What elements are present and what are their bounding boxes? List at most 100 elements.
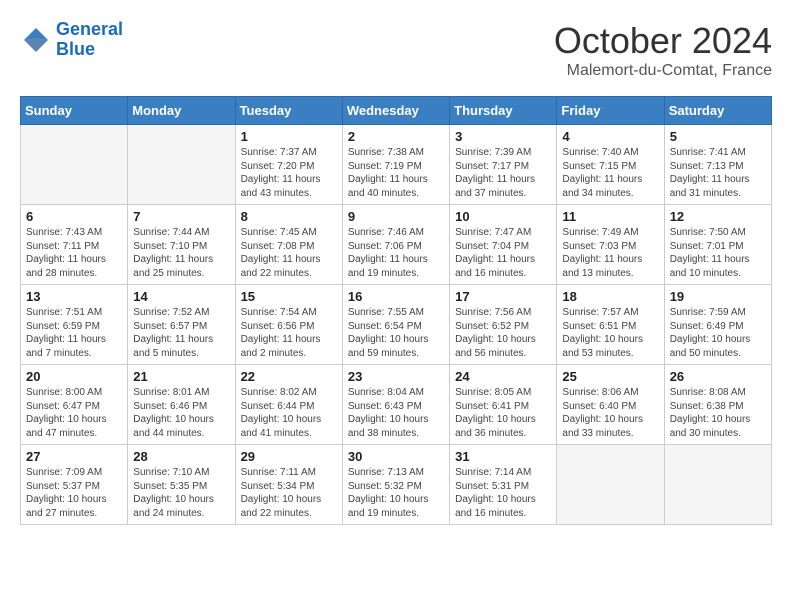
day-number: 23 xyxy=(348,369,444,384)
calendar-cell: 2 Sunrise: 7:38 AM Sunset: 7:19 PM Daylig… xyxy=(342,125,449,205)
day-number: 31 xyxy=(455,449,551,464)
logo-line2: Blue xyxy=(56,39,95,59)
calendar-cell: 24 Sunrise: 8:05 AM Sunset: 6:41 PM Dayli… xyxy=(450,365,557,445)
day-number: 5 xyxy=(670,129,766,144)
calendar-cell: 4 Sunrise: 7:40 AM Sunset: 7:15 PM Daylig… xyxy=(557,125,664,205)
day-info: Sunrise: 8:00 AM Sunset: 6:47 PM Dayligh… xyxy=(26,386,122,440)
location: Malemort-du-Comtat, France xyxy=(554,62,772,80)
calendar-cell: 5 Sunrise: 7:41 AM Sunset: 7:13 PM Daylig… xyxy=(664,125,771,205)
day-number: 6 xyxy=(26,209,122,224)
calendar-cell: 30 Sunrise: 7:13 AM Sunset: 5:32 PM Dayli… xyxy=(342,445,449,525)
day-number: 4 xyxy=(562,129,658,144)
day-info: Sunrise: 7:43 AM Sunset: 7:11 PM Dayligh… xyxy=(26,226,122,280)
day-info: Sunrise: 8:02 AM Sunset: 6:44 PM Dayligh… xyxy=(241,386,337,440)
calendar-cell: 9Sunrise: 7:46 AM Sunset: 7:06 PM Daylig… xyxy=(342,205,449,285)
day-info: Sunrise: 7:51 AM Sunset: 6:59 PM Dayligh… xyxy=(26,306,122,360)
day-info: Sunrise: 7:57 AM Sunset: 6:51 PM Dayligh… xyxy=(562,306,658,360)
day-number: 24 xyxy=(455,369,551,384)
day-info: Sunrise: 7:40 AM Sunset: 7:15 PM Dayligh… xyxy=(562,146,658,200)
day-info: Sunrise: 8:01 AM Sunset: 6:46 PM Dayligh… xyxy=(133,386,229,440)
weekday-header-friday: Friday xyxy=(557,97,664,125)
calendar-cell: 26 Sunrise: 8:08 AM Sunset: 6:38 PM Dayli… xyxy=(664,365,771,445)
day-number: 10 xyxy=(455,209,551,224)
weekday-header-saturday: Saturday xyxy=(664,97,771,125)
calendar-cell xyxy=(557,445,664,525)
day-info: Sunrise: 7:39 AM Sunset: 7:17 PM Dayligh… xyxy=(455,146,551,200)
calendar-cell: 7 Sunrise: 7:44 AM Sunset: 7:10 PM Daylig… xyxy=(128,205,235,285)
calendar-cell: 28 Sunrise: 7:10 AM Sunset: 5:35 PM Dayli… xyxy=(128,445,235,525)
day-number: 8 xyxy=(241,209,337,224)
title-block: October 2024 Malemort-du-Comtat, France xyxy=(554,20,772,80)
calendar-cell: 23 Sunrise: 8:04 AM Sunset: 6:43 PM Dayli… xyxy=(342,365,449,445)
logo: General Blue xyxy=(20,20,123,60)
day-number: 15 xyxy=(241,289,337,304)
calendar-cell xyxy=(128,125,235,205)
calendar-cell: 17Sunrise: 7:56 AM Sunset: 6:52 PM Dayli… xyxy=(450,285,557,365)
day-number: 25 xyxy=(562,369,658,384)
day-number: 18 xyxy=(562,289,658,304)
day-info: Sunrise: 7:37 AM Sunset: 7:20 PM Dayligh… xyxy=(241,146,337,200)
day-info: Sunrise: 7:13 AM Sunset: 5:32 PM Dayligh… xyxy=(348,466,444,520)
calendar-cell xyxy=(664,445,771,525)
day-number: 27 xyxy=(26,449,122,464)
calendar-table: SundayMondayTuesdayWednesdayThursdayFrid… xyxy=(20,96,772,525)
calendar-cell: 16Sunrise: 7:55 AM Sunset: 6:54 PM Dayli… xyxy=(342,285,449,365)
day-info: Sunrise: 8:04 AM Sunset: 6:43 PM Dayligh… xyxy=(348,386,444,440)
logo-text: General Blue xyxy=(56,20,123,60)
day-info: Sunrise: 8:08 AM Sunset: 6:38 PM Dayligh… xyxy=(670,386,766,440)
calendar-cell: 1Sunrise: 7:37 AM Sunset: 7:20 PM Daylig… xyxy=(235,125,342,205)
calendar-cell: 15Sunrise: 7:54 AM Sunset: 6:56 PM Dayli… xyxy=(235,285,342,365)
day-number: 22 xyxy=(241,369,337,384)
weekday-header-row: SundayMondayTuesdayWednesdayThursdayFrid… xyxy=(21,97,772,125)
weekday-header-thursday: Thursday xyxy=(450,97,557,125)
day-number: 13 xyxy=(26,289,122,304)
day-info: Sunrise: 7:41 AM Sunset: 7:13 PM Dayligh… xyxy=(670,146,766,200)
day-number: 30 xyxy=(348,449,444,464)
day-info: Sunrise: 7:50 AM Sunset: 7:01 PM Dayligh… xyxy=(670,226,766,280)
day-info: Sunrise: 7:09 AM Sunset: 5:37 PM Dayligh… xyxy=(26,466,122,520)
calendar-cell: 29Sunrise: 7:11 AM Sunset: 5:34 PM Dayli… xyxy=(235,445,342,525)
weekday-header-monday: Monday xyxy=(128,97,235,125)
day-number: 17 xyxy=(455,289,551,304)
day-info: Sunrise: 7:47 AM Sunset: 7:04 PM Dayligh… xyxy=(455,226,551,280)
calendar-cell: 11 Sunrise: 7:49 AM Sunset: 7:03 PM Dayli… xyxy=(557,205,664,285)
calendar-cell: 3 Sunrise: 7:39 AM Sunset: 7:17 PM Daylig… xyxy=(450,125,557,205)
calendar-cell: 8 Sunrise: 7:45 AM Sunset: 7:08 PM Daylig… xyxy=(235,205,342,285)
day-info: Sunrise: 7:14 AM Sunset: 5:31 PM Dayligh… xyxy=(455,466,551,520)
day-number: 26 xyxy=(670,369,766,384)
day-info: Sunrise: 7:44 AM Sunset: 7:10 PM Dayligh… xyxy=(133,226,229,280)
day-number: 19 xyxy=(670,289,766,304)
weekday-header-wednesday: Wednesday xyxy=(342,97,449,125)
day-info: Sunrise: 7:11 AM Sunset: 5:34 PM Dayligh… xyxy=(241,466,337,520)
calendar-cell: 18 Sunrise: 7:57 AM Sunset: 6:51 PM Dayli… xyxy=(557,285,664,365)
weekday-header-tuesday: Tuesday xyxy=(235,97,342,125)
calendar-cell: 6 Sunrise: 7:43 AM Sunset: 7:11 PM Daylig… xyxy=(21,205,128,285)
day-info: Sunrise: 8:05 AM Sunset: 6:41 PM Dayligh… xyxy=(455,386,551,440)
day-number: 11 xyxy=(562,209,658,224)
calendar-cell: 31 Sunrise: 7:14 AM Sunset: 5:31 PM Dayli… xyxy=(450,445,557,525)
day-info: Sunrise: 7:49 AM Sunset: 7:03 PM Dayligh… xyxy=(562,226,658,280)
day-number: 7 xyxy=(133,209,229,224)
calendar-cell: 10 Sunrise: 7:47 AM Sunset: 7:04 PM Dayli… xyxy=(450,205,557,285)
day-info: Sunrise: 8:06 AM Sunset: 6:40 PM Dayligh… xyxy=(562,386,658,440)
day-number: 2 xyxy=(348,129,444,144)
calendar-cell: 13 Sunrise: 7:51 AM Sunset: 6:59 PM Dayli… xyxy=(21,285,128,365)
day-number: 14 xyxy=(133,289,229,304)
calendar-cell: 12 Sunrise: 7:50 AM Sunset: 7:01 PM Dayli… xyxy=(664,205,771,285)
day-number: 16 xyxy=(348,289,444,304)
week-row-0: 1Sunrise: 7:37 AM Sunset: 7:20 PM Daylig… xyxy=(21,125,772,205)
week-row-2: 13 Sunrise: 7:51 AM Sunset: 6:59 PM Dayli… xyxy=(21,285,772,365)
day-info: Sunrise: 7:45 AM Sunset: 7:08 PM Dayligh… xyxy=(241,226,337,280)
calendar-cell: 19Sunrise: 7:59 AM Sunset: 6:49 PM Dayli… xyxy=(664,285,771,365)
day-number: 12 xyxy=(670,209,766,224)
page-header: General Blue October 2024 Malemort-du-Co… xyxy=(20,20,772,80)
month-title: October 2024 xyxy=(554,20,772,62)
day-number: 20 xyxy=(26,369,122,384)
day-info: Sunrise: 7:10 AM Sunset: 5:35 PM Dayligh… xyxy=(133,466,229,520)
day-info: Sunrise: 7:38 AM Sunset: 7:19 PM Dayligh… xyxy=(348,146,444,200)
weekday-header-sunday: Sunday xyxy=(21,97,128,125)
day-number: 28 xyxy=(133,449,229,464)
calendar-cell: 21Sunrise: 8:01 AM Sunset: 6:46 PM Dayli… xyxy=(128,365,235,445)
day-number: 3 xyxy=(455,129,551,144)
calendar-cell: 20 Sunrise: 8:00 AM Sunset: 6:47 PM Dayli… xyxy=(21,365,128,445)
